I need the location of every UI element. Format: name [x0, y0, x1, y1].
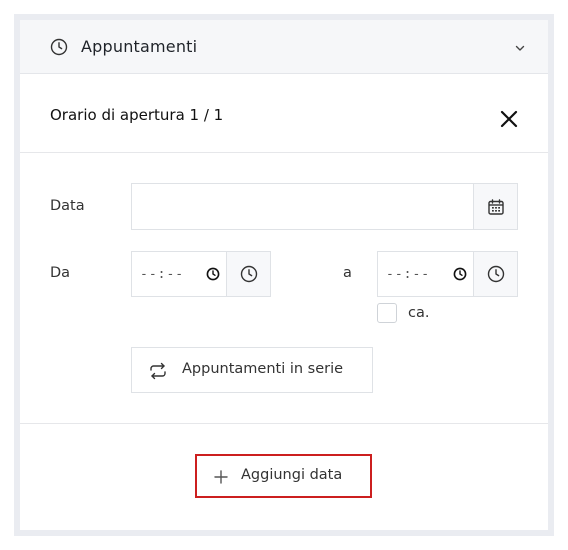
to-time-value: --:--: [386, 267, 431, 282]
to-time-button[interactable]: [473, 252, 517, 296]
from-time-group: --:--: [131, 251, 271, 297]
clock-icon: [50, 38, 68, 56]
add-date-label: Aggiungi data: [241, 467, 343, 483]
accordion-title: Appuntamenti: [81, 37, 198, 56]
from-label: Da: [50, 265, 71, 281]
accordion-header[interactable]: Appuntamenti: [20, 20, 548, 74]
date-input[interactable]: [132, 184, 473, 229]
clock-icon: [240, 265, 257, 283]
approx-label: ca.: [408, 305, 430, 321]
clock-icon: [206, 267, 220, 281]
panel-frame: Appuntamenti Orario di apertura 1 / 1 Da…: [14, 14, 554, 536]
divider: [20, 152, 548, 153]
calendar-icon: [487, 198, 504, 215]
chevron-down-icon[interactable]: [514, 42, 526, 54]
date-input-group: [131, 183, 518, 230]
to-time-input[interactable]: --:--: [378, 252, 473, 296]
approx-checkbox[interactable]: [377, 303, 397, 323]
repeat-icon: [150, 362, 166, 380]
date-label: Data: [50, 198, 85, 214]
to-time-group: --:--: [377, 251, 518, 297]
section-title: Orario di apertura 1 / 1: [50, 106, 224, 124]
from-time-value: --:--: [140, 267, 185, 282]
to-label: a: [343, 265, 352, 281]
plus-icon: [214, 470, 228, 484]
clock-icon: [453, 267, 467, 281]
add-date-button[interactable]: Aggiungi data: [195, 454, 372, 498]
divider: [20, 423, 548, 424]
from-time-input[interactable]: --:--: [132, 252, 226, 296]
close-icon[interactable]: [498, 108, 520, 130]
from-time-button[interactable]: [226, 252, 270, 296]
clock-icon: [487, 265, 504, 283]
recurring-appointments-label: Appuntamenti in serie: [182, 361, 344, 377]
recurring-appointments-button[interactable]: Appuntamenti in serie: [131, 347, 373, 393]
appointments-card: Appuntamenti Orario di apertura 1 / 1 Da…: [20, 20, 548, 530]
date-picker-button[interactable]: [473, 184, 517, 229]
